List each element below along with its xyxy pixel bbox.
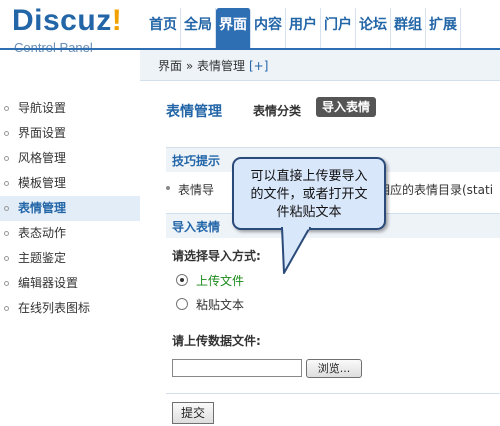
import-header-label: 导入表情: [172, 220, 221, 234]
file-path-input[interactable]: [172, 359, 302, 377]
bullet-icon: [4, 131, 9, 136]
radio-upload[interactable]: [176, 274, 188, 286]
sidebar-item-editor-settings[interactable]: 编辑器设置: [0, 271, 140, 296]
discuz-logo[interactable]: Discuz! Control Panel: [12, 4, 123, 55]
sidebar-item-thread-stamp[interactable]: 主题鉴定: [0, 246, 140, 271]
add-shortcut-link[interactable]: [+]: [249, 59, 268, 73]
sidebar-item-style-manage[interactable]: 风格管理: [0, 146, 140, 171]
callout-text: 可以直接上传要导入 的文件，或者打开文 件粘贴文本: [250, 169, 368, 220]
submit-button[interactable]: 提交: [172, 402, 214, 424]
breadcrumb-text: 界面 » 表情管理: [158, 59, 245, 73]
nav-home[interactable]: 首页: [146, 8, 181, 48]
upload-file-label: 请上传数据文件:: [172, 334, 261, 348]
nav-users[interactable]: 用户: [286, 8, 321, 48]
breadcrumb-bar: 界面 » 表情管理 [+]: [140, 50, 500, 81]
tip-text-right: 相应的表情目录(stati: [378, 183, 494, 197]
option-paste-label: 粘贴文本: [196, 297, 245, 312]
main-content: 表情管理 表情分类 导入表情 技巧提示 表情导 相应的表情目录(stati 导入…: [140, 81, 500, 426]
nav-interface[interactable]: 界面: [216, 8, 251, 48]
divider: [166, 393, 500, 394]
nav-group[interactable]: 群组: [391, 8, 426, 48]
bullet-icon: [4, 206, 9, 211]
tab-smiley-category[interactable]: 表情分类: [253, 102, 301, 119]
callout-tail-icon: [281, 227, 311, 274]
tips-header-label: 技巧提示: [172, 154, 221, 168]
import-method-label: 请选择导入方式:: [172, 249, 261, 263]
header: Discuz! Control Panel 首页 全局 界面 内容 用户 门户 …: [0, 0, 500, 55]
radio-paste[interactable]: [176, 298, 188, 310]
option-upload-file[interactable]: 上传文件: [176, 271, 244, 289]
sidebar: 导航设置 界面设置 风格管理 模板管理 表情管理 表态动作 主题鉴定 编辑器设置…: [0, 80, 140, 426]
option-upload-label: 上传文件: [196, 273, 245, 288]
bullet-icon: [4, 256, 9, 261]
bullet-icon: [166, 186, 170, 190]
page-title: 表情管理: [166, 104, 222, 120]
sidebar-item-template-manage[interactable]: 模板管理: [0, 171, 140, 196]
breadcrumb: 界面 » 表情管理 [+]: [158, 57, 268, 74]
sidebar-item-reaction[interactable]: 表态动作: [0, 221, 140, 246]
sidebar-item-nav-settings[interactable]: 导航设置: [0, 96, 140, 121]
bullet-icon: [4, 181, 9, 186]
tab-import-smiley[interactable]: 导入表情: [316, 97, 377, 117]
callout-bubble: 可以直接上传要导入 的文件，或者打开文 件粘贴文本: [232, 157, 386, 230]
bullet-icon: [4, 156, 9, 161]
nav-content[interactable]: 内容: [251, 8, 286, 48]
option-paste-text[interactable]: 粘贴文本: [176, 295, 244, 313]
bullet-icon: [4, 231, 9, 236]
bullet-icon: [4, 281, 9, 286]
nav-extend[interactable]: 扩展: [426, 8, 461, 48]
sidebar-item-interface-settings[interactable]: 界面设置: [0, 121, 140, 146]
nav-forum[interactable]: 论坛: [356, 8, 391, 48]
sidebar-item-smiley-manage[interactable]: 表情管理: [0, 196, 140, 221]
bullet-icon: [4, 106, 9, 111]
nav-global[interactable]: 全局: [181, 8, 216, 48]
sidebar-menu: 导航设置 界面设置 风格管理 模板管理 表情管理 表态动作 主题鉴定 编辑器设置…: [0, 96, 140, 321]
browse-button[interactable]: 浏览...: [306, 359, 362, 378]
logo-text: Discuz!: [12, 4, 123, 37]
bullet-icon: [4, 306, 9, 311]
tip-text-left: 表情导: [166, 181, 214, 198]
sidebar-item-online-icons[interactable]: 在线列表图标: [0, 296, 140, 321]
top-nav: 首页 全局 界面 内容 用户 门户 论坛 群组 扩展: [146, 8, 461, 48]
nav-portal[interactable]: 门户: [321, 8, 356, 48]
